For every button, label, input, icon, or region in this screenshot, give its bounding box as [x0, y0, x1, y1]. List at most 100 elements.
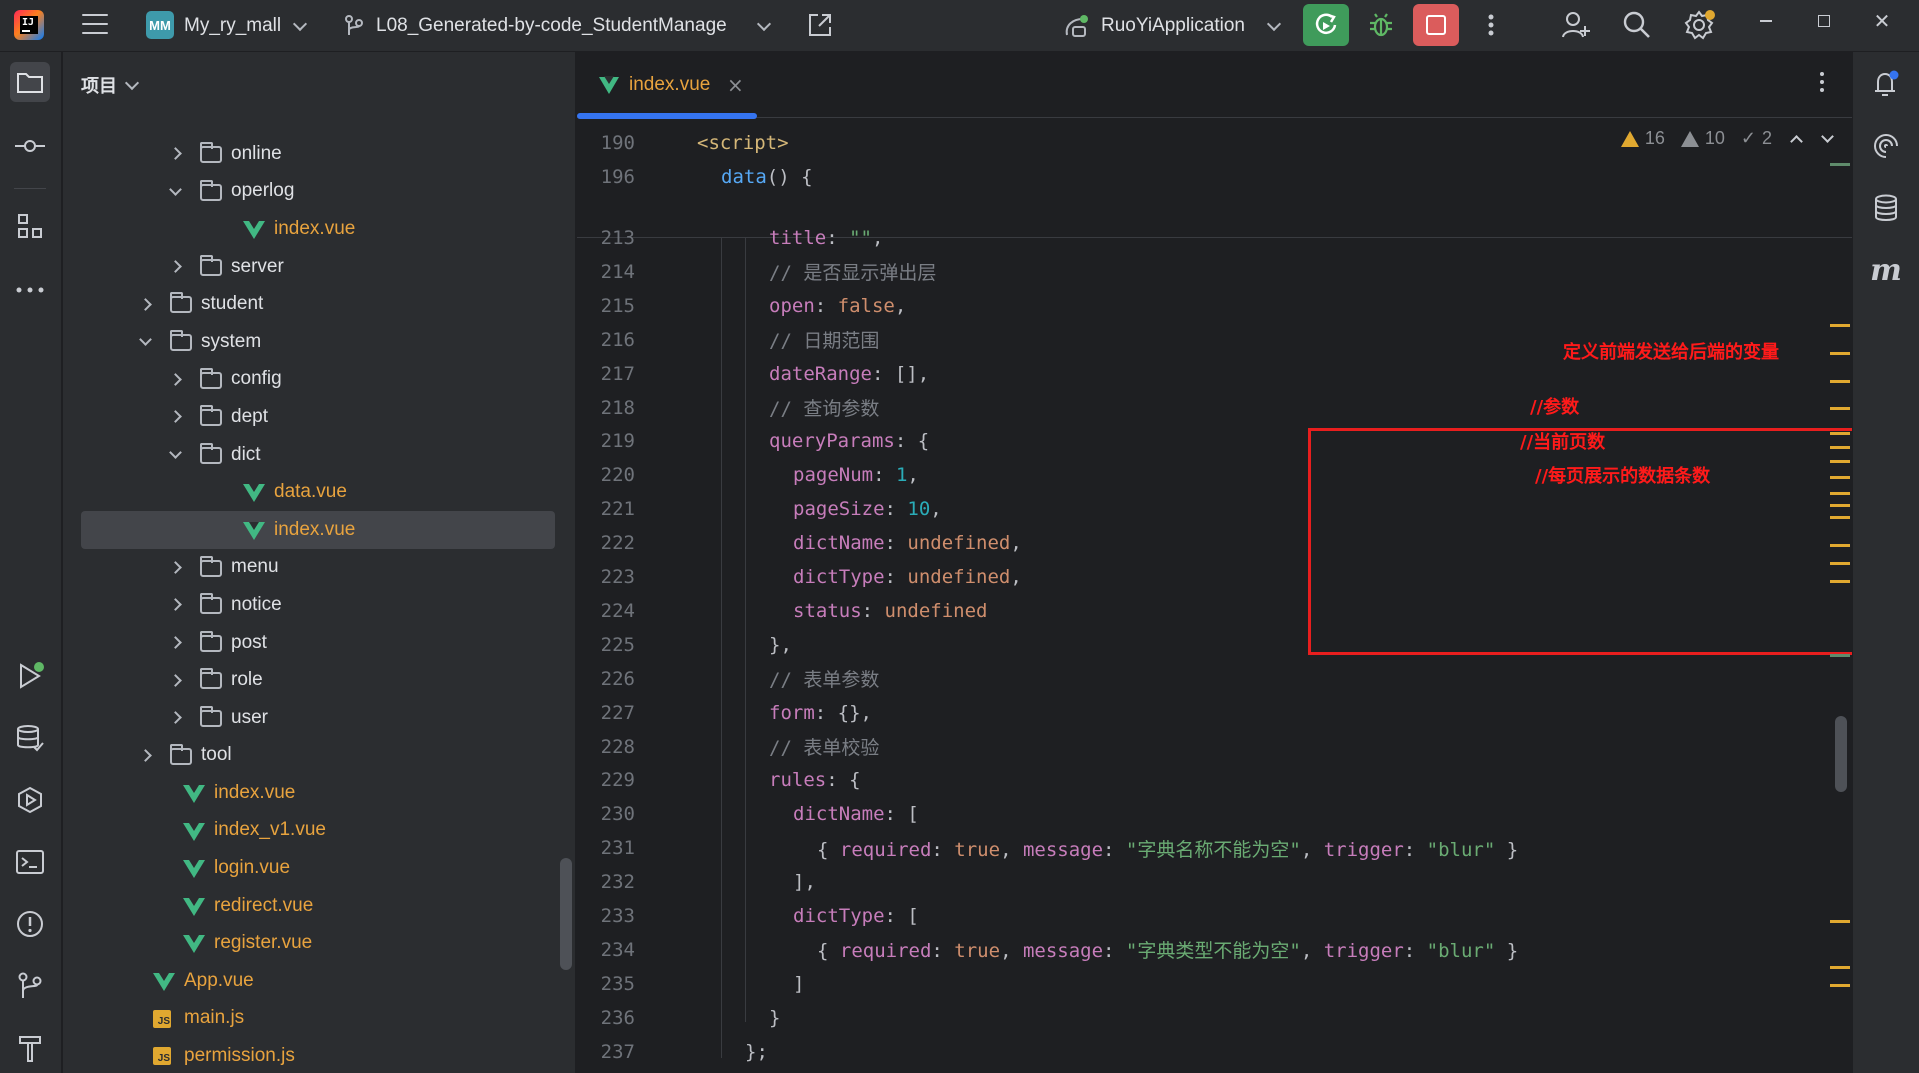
chevron-right-icon[interactable]: [167, 409, 183, 425]
tree-file-row[interactable]: index_v1.vue: [63, 812, 575, 850]
error-stripe-marker[interactable]: [1830, 352, 1850, 355]
code-line[interactable]: 214 // 是否显示弹出层: [577, 255, 1852, 289]
tree-folder-row[interactable]: tool: [63, 737, 575, 775]
add-user-icon[interactable]: [1556, 5, 1596, 45]
git-icon[interactable]: [10, 966, 50, 1006]
error-stripe-marker[interactable]: [1830, 324, 1850, 327]
tree-folder-row[interactable]: notice: [63, 586, 575, 624]
tree-file-row[interactable]: index.vue: [63, 774, 575, 812]
tree-folder-row[interactable]: dict: [63, 436, 575, 474]
error-stripe-marker[interactable]: [1830, 920, 1850, 923]
error-stripe-marker[interactable]: [1830, 380, 1850, 383]
tree-folder-row[interactable]: menu: [63, 549, 575, 587]
chevron-right-icon[interactable]: [167, 146, 183, 162]
code-line[interactable]: 237};: [577, 1035, 1852, 1069]
code-line[interactable]: 230 dictName: [: [577, 797, 1852, 831]
code-line[interactable]: 227 form: {},: [577, 696, 1852, 730]
error-stripe-marker[interactable]: [1830, 966, 1850, 969]
more-actions-icon[interactable]: [1476, 6, 1506, 44]
run-icon[interactable]: [10, 656, 50, 696]
chevron-right-icon[interactable]: [137, 296, 153, 312]
ide-logo[interactable]: IJ: [14, 10, 44, 40]
tree-folder-row[interactable]: system: [63, 323, 575, 361]
code-line[interactable]: 235]: [577, 967, 1852, 1001]
chevron-right-icon[interactable]: [167, 710, 183, 726]
code-line[interactable]: 228 // 表单校验: [577, 730, 1852, 764]
tree-folder-row[interactable]: post: [63, 624, 575, 662]
code-line[interactable]: 238},: [577, 1069, 1852, 1073]
tree-folder-row[interactable]: dept: [63, 398, 575, 436]
error-stripe-marker[interactable]: [1830, 516, 1850, 519]
tree-file-row[interactable]: JS permission.js: [63, 1037, 575, 1073]
editor-scrollbar[interactable]: [1835, 716, 1847, 792]
previous-highlight-icon[interactable]: [1790, 134, 1803, 148]
tree-folder-row[interactable]: online: [63, 135, 575, 173]
chevron-right-icon[interactable]: [167, 259, 183, 275]
chevron-right-icon[interactable]: [137, 747, 153, 763]
tree-file-row[interactable]: App.vue: [63, 962, 575, 1000]
chevron-right-icon[interactable]: [167, 597, 183, 613]
code-line[interactable]: 213 title: "",: [577, 221, 1852, 255]
debug-button[interactable]: [1362, 6, 1400, 44]
error-stripe-marker[interactable]: [1830, 544, 1850, 547]
tab-index-vue[interactable]: index.vue ×: [577, 52, 757, 119]
main-menu-icon[interactable]: [82, 14, 108, 36]
minimize-window-icon[interactable]: [1737, 0, 1795, 42]
chevron-right-icon[interactable]: [167, 559, 183, 575]
code-line[interactable]: 231 { required: true, message: "字典名称不能为空"…: [577, 831, 1852, 865]
stop-button[interactable]: [1413, 4, 1459, 46]
commit-icon[interactable]: [10, 126, 50, 166]
ai-assistant-icon[interactable]: [1866, 126, 1906, 166]
error-stripe-marker[interactable]: [1830, 504, 1850, 507]
run-config-selector[interactable]: RuoYiApplication: [1063, 0, 1282, 52]
error-stripe-marker[interactable]: [1830, 460, 1850, 463]
code-line[interactable]: 234 { required: true, message: "字典类型不能为空"…: [577, 933, 1852, 967]
close-tab-icon[interactable]: ×: [727, 73, 744, 97]
tree-file-row[interactable]: index.vue: [63, 210, 575, 248]
chevron-down-icon[interactable]: [167, 183, 183, 199]
structure-icon[interactable]: [10, 206, 50, 246]
error-stripe-marker[interactable]: [1830, 476, 1850, 479]
code-line[interactable]: 215 open: false,: [577, 289, 1852, 323]
code-line[interactable]: 196 data() {: [577, 160, 1852, 194]
project-switcher[interactable]: My_ry_mall: [184, 0, 308, 52]
database-icon[interactable]: [1866, 188, 1906, 228]
tree-file-row[interactable]: login.vue: [63, 849, 575, 887]
project-badge[interactable]: MM: [146, 11, 174, 39]
inspection-widget[interactable]: 16 10 ✓ 2: [1620, 128, 1834, 149]
chevron-down-icon[interactable]: [137, 333, 153, 350]
code-line[interactable]: 233 dictType: [: [577, 899, 1852, 933]
code-line[interactable]: 232],: [577, 865, 1852, 899]
notifications-bell-icon[interactable]: [1866, 64, 1906, 104]
error-stripe-marker[interactable]: [1830, 654, 1850, 657]
chevron-down-icon[interactable]: [167, 446, 183, 463]
error-stripe-marker[interactable]: [1830, 446, 1850, 449]
search-icon[interactable]: [1617, 5, 1657, 45]
branch-switcher[interactable]: L08_Generated-by-code_StudentManage: [344, 0, 771, 52]
maven-icon[interactable]: m: [1866, 250, 1906, 290]
close-window-icon[interactable]: ✕: [1853, 0, 1911, 42]
error-stripe-marker[interactable]: [1830, 492, 1850, 495]
error-stripe-marker[interactable]: [1830, 562, 1850, 565]
tree-folder-row[interactable]: role: [63, 661, 575, 699]
error-stripe-marker[interactable]: [1830, 163, 1850, 166]
build-hammer-icon[interactable]: [10, 1028, 50, 1068]
project-folder-icon[interactable]: [10, 62, 50, 102]
project-panel-scrollbar[interactable]: [560, 858, 572, 970]
code-line[interactable]: 229 rules: {: [577, 763, 1852, 797]
code-line[interactable]: 226 // 表单参数: [577, 662, 1852, 696]
terminal-icon[interactable]: [10, 842, 50, 882]
code-line[interactable]: 218 // 查询参数: [577, 391, 1852, 425]
error-stripe-marker[interactable]: [1830, 984, 1850, 987]
editor-more-icon[interactable]: [1820, 72, 1826, 96]
tree-folder-row[interactable]: operlog: [63, 173, 575, 211]
problems-icon[interactable]: [10, 904, 50, 944]
database-check-icon[interactable]: [10, 718, 50, 758]
chevron-right-icon[interactable]: [167, 371, 183, 387]
open-in-new-window-icon[interactable]: [803, 8, 837, 42]
services-icon[interactable]: [10, 780, 50, 820]
next-highlight-icon[interactable]: [1821, 129, 1834, 143]
tree-folder-row[interactable]: config: [63, 361, 575, 399]
tree-file-row[interactable]: redirect.vue: [63, 887, 575, 925]
project-panel-header[interactable]: 项目: [81, 72, 140, 98]
